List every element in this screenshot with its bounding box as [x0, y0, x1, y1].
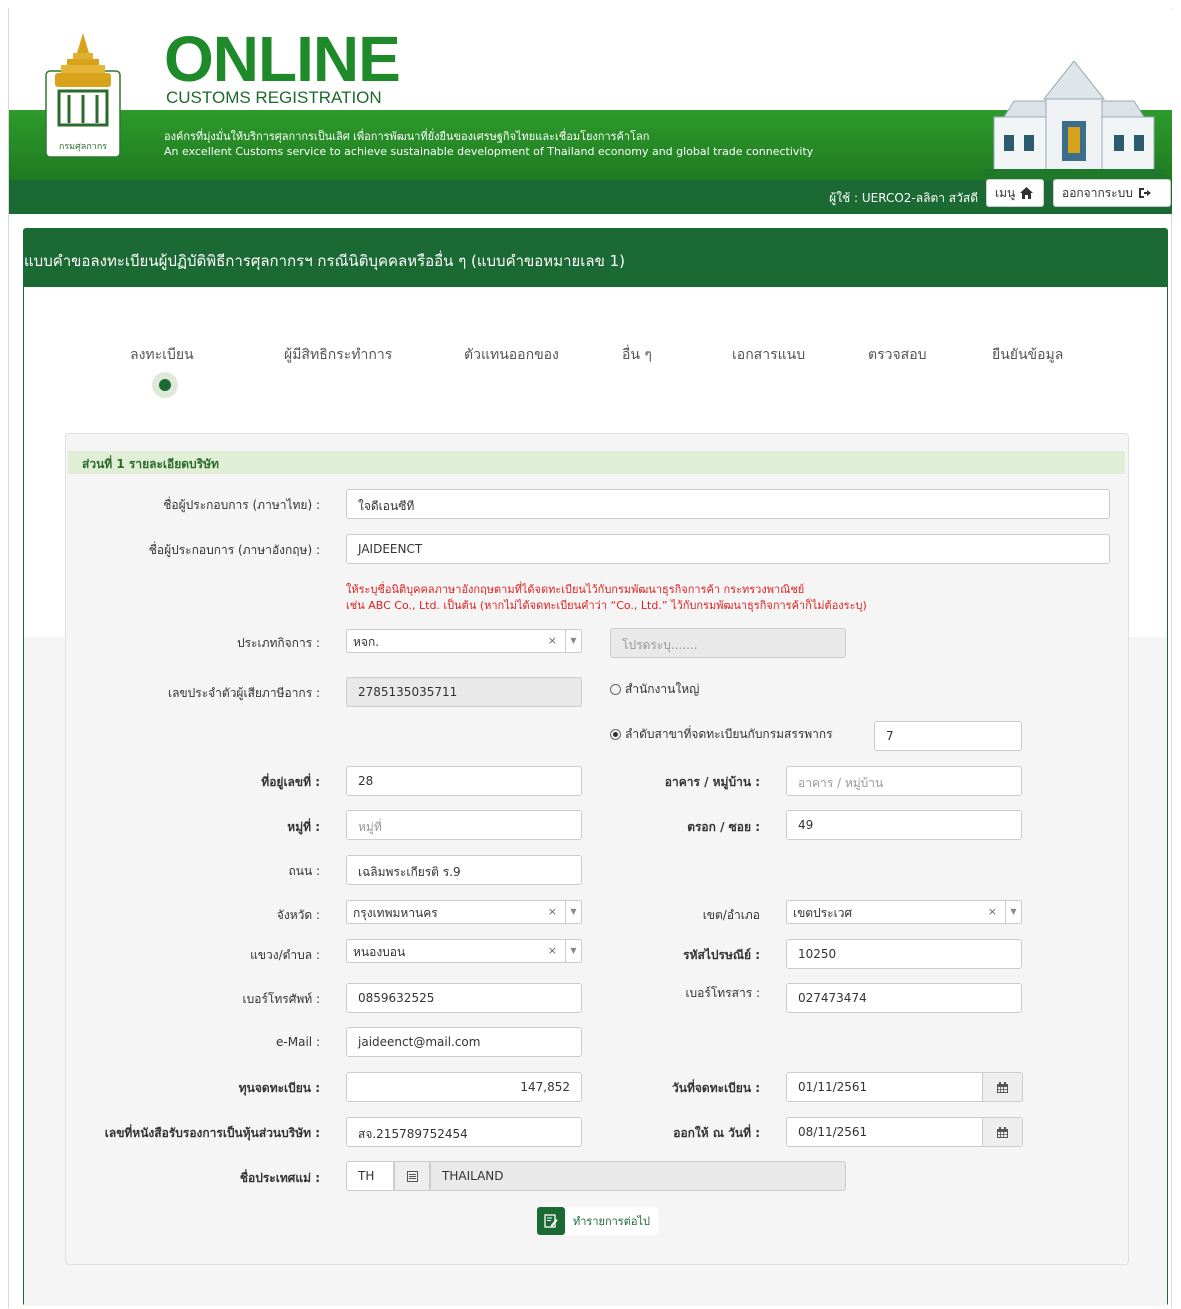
branch-number-input[interactable]: 7 — [874, 721, 1022, 751]
capital-input[interactable]: 147,852 — [346, 1072, 582, 1102]
province-select[interactable]: กรุงเทพมหานคร × ▼ — [346, 900, 582, 924]
warning-text-line2: เช่น ABC Co., Ltd. เป็นต้น (หากไม่ได้จดท… — [346, 599, 867, 612]
country-lookup-button[interactable] — [394, 1161, 430, 1191]
issue-date-input[interactable]: 08/11/2561 — [786, 1117, 983, 1147]
tagline-thai: องค์กรที่มุ่งมั่นให้บริการศุลกากรเป็นเลิ… — [164, 130, 650, 143]
road-input[interactable]: เฉลิมพระเกียรติ ร.9 — [346, 855, 582, 885]
email-input[interactable]: jaideenct@mail.com — [346, 1027, 582, 1057]
label-capital: ทุนจดทะเบียน : — [238, 1081, 320, 1095]
label-business-type: ประเภทกิจการ : — [236, 636, 320, 650]
label-building: อาคาร / หมู่บ้าน : — [664, 775, 760, 789]
branch-label: ลำดับสาขาที่จดทะเบียนกับกรมสรรพากร — [625, 727, 833, 741]
list-icon — [406, 1170, 418, 1182]
current-user-label: ผู้ใช้ : UERCO2-ลลิตา สวัสดี — [829, 191, 978, 205]
panel-header: แบบคำขอลงทะเบียนผู้ปฏิบัติพิธีการศุลกากร… — [24, 229, 1167, 287]
label-country: ชื่อประเทศแม่ : — [239, 1171, 320, 1185]
label-province: จังหวัด : — [276, 908, 320, 922]
clear-icon[interactable]: × — [548, 905, 557, 918]
reg-date-picker[interactable] — [983, 1072, 1023, 1102]
country-code-input[interactable]: TH — [346, 1161, 394, 1191]
label-phone: เบอร์โทรศัพท์ : — [242, 992, 320, 1006]
next-button[interactable]: ทำรายการต่อไป — [537, 1207, 658, 1235]
panel-title: แบบคำขอลงทะเบียนผู้ปฏิบัติพิธีการศุลกากร… — [24, 252, 626, 270]
label-district: เขต/อำเภอ — [702, 908, 760, 922]
cert-no-input[interactable]: สจ.215789752454 — [346, 1117, 582, 1147]
name-th-input[interactable]: ใจดีเอนซีที — [346, 489, 1110, 519]
label-subdistrict: แขวง/ตำบล : — [250, 948, 320, 962]
business-type-select[interactable]: หจก. × ▼ — [346, 629, 582, 653]
business-type-value: หจก. — [353, 635, 380, 649]
step-customs-agent[interactable]: ตัวแทนออกของ — [464, 344, 559, 366]
label-name-th: ชื่อผู้ประกอบการ (ภาษาไทย) : — [163, 498, 320, 512]
subdistrict-select[interactable]: หนองบอน × ▼ — [346, 939, 582, 963]
edit-icon — [537, 1207, 565, 1235]
menu-button-label: เมนู — [995, 185, 1016, 200]
seal-caption: กรมศุลกากร — [59, 142, 107, 152]
fax-input[interactable]: 027473474 — [786, 983, 1022, 1013]
brand-subtitle: CUSTOMS REGISTRATION — [166, 88, 382, 107]
postcode-input[interactable]: 10250 — [786, 939, 1022, 969]
head-office-radio[interactable]: สำนักงานใหญ่ — [610, 680, 699, 699]
customs-building-image — [984, 61, 1164, 181]
home-icon — [1020, 187, 1034, 199]
step-confirm[interactable]: ยืนยันข้อมูล — [992, 344, 1063, 366]
label-tax-id: เลขประจำตัวผู้เสียภาษีอากร : — [167, 686, 320, 700]
logout-button[interactable]: ออกจากระบบ — [1053, 179, 1171, 207]
menu-button[interactable]: เมนู — [986, 179, 1044, 207]
district-value: เขตประเวศ — [793, 906, 853, 920]
soi-input[interactable]: 49 — [786, 810, 1022, 840]
head-office-label: สำนักงานใหญ่ — [625, 682, 700, 696]
logout-button-label: ออกจากระบบ — [1062, 185, 1133, 200]
label-soi: ตรอก / ซอย : — [687, 820, 760, 834]
subdistrict-value: หนองบอน — [353, 945, 406, 959]
reg-date-input[interactable]: 01/11/2561 — [786, 1072, 983, 1102]
label-cert-no: เลขที่หนังสือรับรองการเป็นหุ้นส่วนบริษัท… — [104, 1126, 320, 1140]
step-review[interactable]: ตรวจสอบ — [868, 344, 927, 366]
issue-date-picker[interactable] — [983, 1117, 1023, 1147]
step-authorized-person[interactable]: ผู้มีสิทธิกระทำการ — [284, 344, 392, 366]
tax-id-input[interactable]: 2785135035711 — [346, 677, 582, 707]
current-step-indicator — [152, 372, 178, 398]
label-issue-date: ออกให้ ณ วันที่ : — [673, 1126, 760, 1140]
label-moo: หมู่ที่ : — [287, 820, 320, 834]
chevron-down-icon[interactable]: ▼ — [565, 940, 581, 962]
radio-circle — [610, 684, 621, 695]
phone-input[interactable]: 0859632525 — [346, 983, 582, 1013]
calendar-icon — [997, 1081, 1008, 1093]
sign-out-icon — [1138, 188, 1151, 198]
district-select[interactable]: เขตประเวศ × ▼ — [786, 900, 1022, 924]
chevron-down-icon[interactable]: ▼ — [565, 630, 581, 652]
label-reg-date: วันที่จดทะเบียน : — [672, 1081, 760, 1095]
next-button-label: ทำรายการต่อไป — [573, 1215, 650, 1228]
label-road: ถนน : — [288, 864, 320, 878]
country-name-input[interactable]: THAILAND — [430, 1161, 846, 1191]
customs-seal-logo: กรมศุลกากร — [45, 33, 121, 158]
tagline-english: An excellent Customs service to achieve … — [164, 145, 814, 158]
clear-icon[interactable]: × — [988, 905, 997, 918]
label-name-en: ชื่อผู้ประกอบการ (ภาษาอังกฤษ) : — [148, 543, 320, 557]
label-email: e-Mail : — [276, 1035, 320, 1049]
branch-radio[interactable]: ลำดับสาขาที่จดทะเบียนกับกรมสรรพากร — [610, 725, 833, 744]
chevron-down-icon[interactable]: ▼ — [1005, 901, 1021, 923]
calendar-icon — [997, 1126, 1008, 1138]
label-fax: เบอร์โทรสาร : — [685, 986, 760, 1000]
address-no-input[interactable]: 28 — [346, 766, 582, 796]
chevron-down-icon[interactable]: ▼ — [565, 901, 581, 923]
name-en-input[interactable]: JAIDEENCT — [346, 534, 1110, 564]
brand-title: ONLINE — [164, 23, 401, 95]
step-attachments[interactable]: เอกสารแนบ — [732, 344, 805, 366]
label-address-no: ที่อยู่เลขที่ : — [261, 775, 320, 789]
moo-input[interactable]: หมู่ที่ — [346, 810, 582, 840]
step-others[interactable]: อื่น ๆ — [622, 344, 652, 366]
clear-icon[interactable]: × — [548, 944, 557, 957]
building-input[interactable]: อาคาร / หมู่บ้าน — [786, 766, 1022, 796]
business-type-other-input[interactable]: โปรดระบุ....... — [610, 628, 846, 658]
radio-circle-selected — [610, 729, 621, 740]
step-register[interactable]: ลงทะเบียน — [130, 344, 194, 366]
province-value: กรุงเทพมหานคร — [353, 906, 438, 920]
label-postcode: รหัสไปรษณีย์ : — [683, 948, 760, 962]
clear-icon[interactable]: × — [548, 634, 557, 647]
section-title: ส่วนที่ 1 รายละเอียดบริษัท — [68, 451, 1125, 474]
